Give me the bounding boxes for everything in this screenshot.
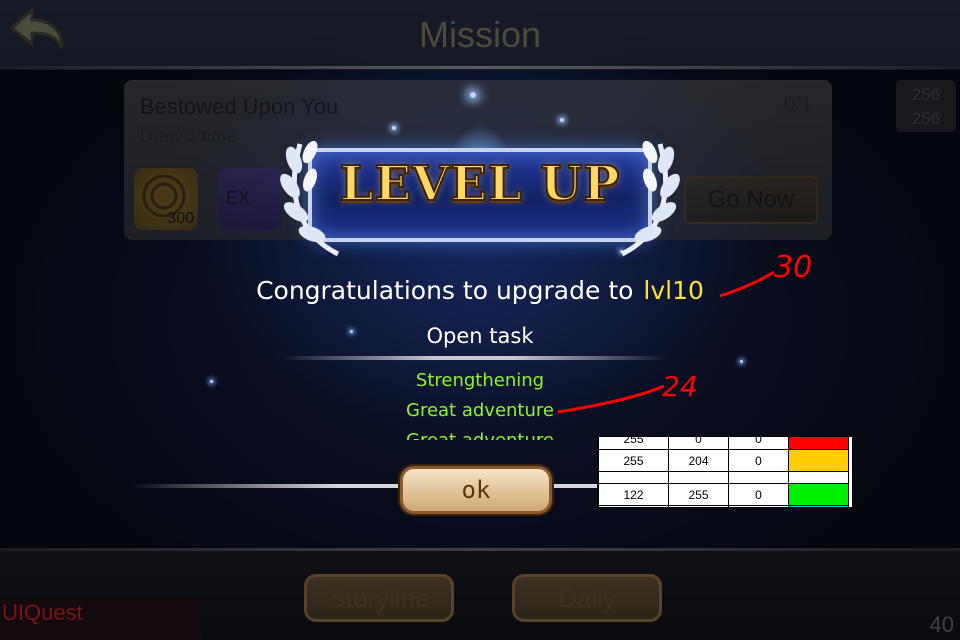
go-now-button[interactable]: Go Now <box>684 176 818 224</box>
annotation-30: 30 <box>718 250 818 300</box>
table-cell: 204 <box>668 505 729 507</box>
tab-storyline[interactable]: Storyline <box>304 574 454 622</box>
table-row: 255 204 0 <box>598 449 849 472</box>
sparkle <box>470 92 476 98</box>
new-level: lvl10 <box>643 276 704 305</box>
table-cell: 255 <box>598 449 669 472</box>
table-spacer-row <box>598 471 849 484</box>
table-row: 0 204 255 <box>598 505 849 507</box>
annotation-24-text: 24 <box>662 370 698 403</box>
header-divider <box>0 66 960 69</box>
side-badge-line-1: 256 <box>911 85 941 104</box>
table-row: 255 0 0 <box>598 437 849 450</box>
table-cell: 122 <box>598 483 669 506</box>
bottom-bar-divider <box>0 548 960 551</box>
level-up-banner: LEVEL UP <box>280 120 680 270</box>
color-swatch <box>788 437 849 450</box>
color-swatch <box>788 449 849 472</box>
table-cell: 0 <box>728 449 789 472</box>
table-cell: 0 <box>728 483 789 506</box>
table-cell: 255 <box>598 437 669 450</box>
table-cell: 255 <box>728 505 789 507</box>
page-title: Mission <box>418 14 542 55</box>
coin-reward-count: 300 <box>167 210 194 227</box>
table-cell: 0 <box>598 505 669 507</box>
table-cell: 204 <box>668 449 729 472</box>
quest-progress: 0/1 <box>784 94 812 116</box>
tab-daily[interactable]: Daily <box>512 574 662 622</box>
side-badge-line-2: 256 <box>911 109 941 128</box>
annotation-24: 24 <box>556 370 716 420</box>
level-up-title: LEVEL UP <box>339 155 621 213</box>
table-cell: 255 <box>668 483 729 506</box>
side-badge: 256 256 <box>896 80 956 132</box>
annotation-30-text: 30 <box>774 250 813 285</box>
color-swatch <box>788 483 849 506</box>
corner-number: 40 <box>929 612 954 637</box>
quest-description: Draw 1 time <box>140 126 237 146</box>
congrats-text: Congratulations to upgrade to <box>256 276 634 305</box>
open-task-title: Open task <box>426 324 534 348</box>
task-item: Strengthening <box>415 370 545 391</box>
color-swatch <box>788 505 849 507</box>
coin-reward: 300 <box>134 168 198 230</box>
sparkle <box>740 360 743 363</box>
open-task-divider <box>282 356 666 360</box>
table-cell: 0 <box>668 437 729 450</box>
table-row: 122 255 0 <box>598 483 849 506</box>
task-item: Great adventure <box>406 400 554 421</box>
ok-button[interactable]: ok <box>400 466 552 514</box>
table-cell: 0 <box>728 437 789 450</box>
quest-name: Bestowed Upon You <box>140 94 339 119</box>
uiquest-label: UIQuest <box>0 598 202 640</box>
task-list: Strengthening Great adventure Great adve… <box>0 368 960 440</box>
exp-reward: EX <box>218 168 282 230</box>
color-value-table: 255 0 0 255 204 0 122 255 0 0 204 255 <box>597 436 853 508</box>
exp-icon: EX <box>226 188 251 208</box>
